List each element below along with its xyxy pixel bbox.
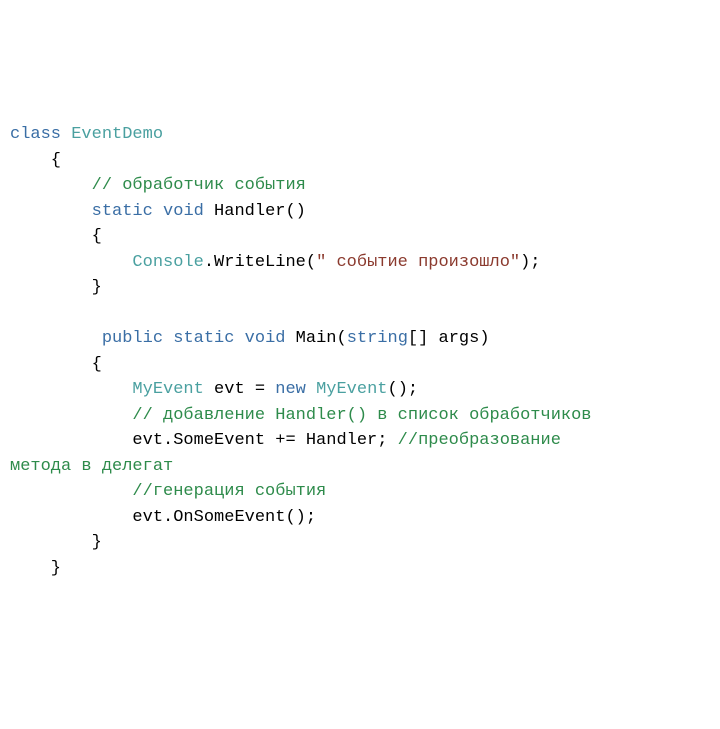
line-7: }	[10, 278, 102, 297]
brace-close: }	[10, 278, 102, 297]
brace-close: }	[10, 533, 102, 552]
string-literal: " событие произошло"	[316, 253, 520, 272]
indent	[10, 329, 102, 348]
indent	[10, 482, 132, 501]
ctor-close: ();	[388, 380, 419, 399]
line-17: }	[10, 533, 102, 552]
keyword-void: void	[163, 202, 204, 221]
keyword-string: string	[347, 329, 408, 348]
line-6: Console.WriteLine(" событие произошло");	[10, 253, 541, 272]
indent	[10, 380, 132, 399]
brace-open: {	[10, 227, 102, 246]
line-18: }	[10, 559, 61, 578]
indent	[10, 508, 132, 527]
line-10: {	[10, 355, 102, 374]
call-writeline: .WriteLine(	[204, 253, 316, 272]
keyword-void: void	[245, 329, 286, 348]
line-11: MyEvent evt = new MyEvent();	[10, 380, 418, 399]
keyword-static: static	[173, 329, 234, 348]
keyword-public: public	[102, 329, 163, 348]
comment-convert: //преобразование	[398, 431, 561, 450]
indent	[10, 431, 132, 450]
line-5: {	[10, 227, 102, 246]
method-handler: Handler()	[204, 202, 306, 221]
indent	[10, 202, 92, 221]
method-main: Main(	[285, 329, 346, 348]
indent	[10, 406, 132, 425]
comment-generate: //генерация события	[132, 482, 326, 501]
type-console: Console	[132, 253, 203, 272]
space	[306, 380, 316, 399]
comment-add-handler: // добавление Handler() в список обработ…	[132, 406, 591, 425]
line-4: static void Handler()	[10, 202, 306, 221]
line-15: //генерация события	[10, 482, 326, 501]
comment-handler: // обработчик события	[92, 176, 306, 195]
keyword-new: new	[275, 380, 306, 399]
indent	[10, 253, 132, 272]
keyword-static: static	[92, 202, 153, 221]
brace-open: {	[10, 355, 102, 374]
indent	[10, 176, 92, 195]
line-2: {	[10, 151, 61, 170]
args: [] args)	[408, 329, 490, 348]
line-1: class EventDemo	[10, 125, 163, 144]
line-14: метода в делегат	[10, 457, 173, 476]
type-myevent-ctor: MyEvent	[316, 380, 387, 399]
brace-close: }	[10, 559, 61, 578]
stmt-onsomeevent: evt.OnSomeEvent();	[132, 508, 316, 527]
line-12: // добавление Handler() в список обработ…	[10, 406, 592, 425]
stmt-subscribe: evt.SomeEvent += Handler;	[132, 431, 397, 450]
comment-delegate-wrap: метода в делегат	[10, 457, 173, 476]
keyword-class: class	[10, 125, 61, 144]
line-16: evt.OnSomeEvent();	[10, 508, 316, 527]
line-3: // обработчик события	[10, 176, 306, 195]
evt-decl: evt =	[204, 380, 275, 399]
code-block: class EventDemo { // обработчик события …	[10, 122, 710, 581]
close-paren: );	[520, 253, 540, 272]
line-13: evt.SomeEvent += Handler; //преобразован…	[10, 431, 561, 450]
brace-open: {	[10, 151, 61, 170]
line-9: public static void Main(string[] args)	[10, 329, 490, 348]
type-eventdemo: EventDemo	[71, 125, 163, 144]
type-myevent: MyEvent	[132, 380, 203, 399]
